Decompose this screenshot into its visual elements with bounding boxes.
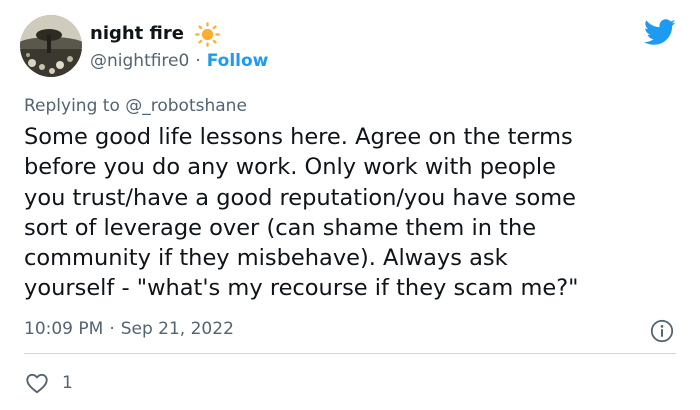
reply-mention-link[interactable]: @_robotshane (125, 96, 247, 116)
author-display-name[interactable]: night fire (90, 22, 184, 46)
info-icon[interactable] (650, 319, 674, 343)
tweet-text: Some good life lessons here. Agree on th… (24, 124, 579, 302)
follow-button[interactable]: Follow (207, 51, 269, 71)
avatar-image (20, 15, 82, 77)
tweet-timestamp[interactable]: 10:09 PM · Sep 21, 2022 (24, 318, 234, 340)
divider (24, 353, 676, 354)
handle-separator: · (195, 51, 201, 71)
author-handle[interactable]: @nightfire0 (90, 51, 189, 71)
reply-prefix: Replying to (24, 96, 120, 116)
heart-icon (26, 373, 48, 394)
avatar[interactable] (20, 15, 82, 77)
sun-icon (195, 22, 220, 47)
timestamp-separator: · (109, 319, 115, 339)
tweet-date: Sep 21, 2022 (120, 319, 234, 339)
like-count: 1 (62, 373, 73, 393)
like-button[interactable]: 1 (24, 370, 73, 396)
tweet-time: 10:09 PM (24, 319, 104, 339)
reply-context: Replying to @_robotshane (24, 95, 247, 117)
author-handle-line: @nightfire0 · Follow (90, 50, 268, 72)
twitter-bird-icon[interactable] (644, 19, 676, 46)
